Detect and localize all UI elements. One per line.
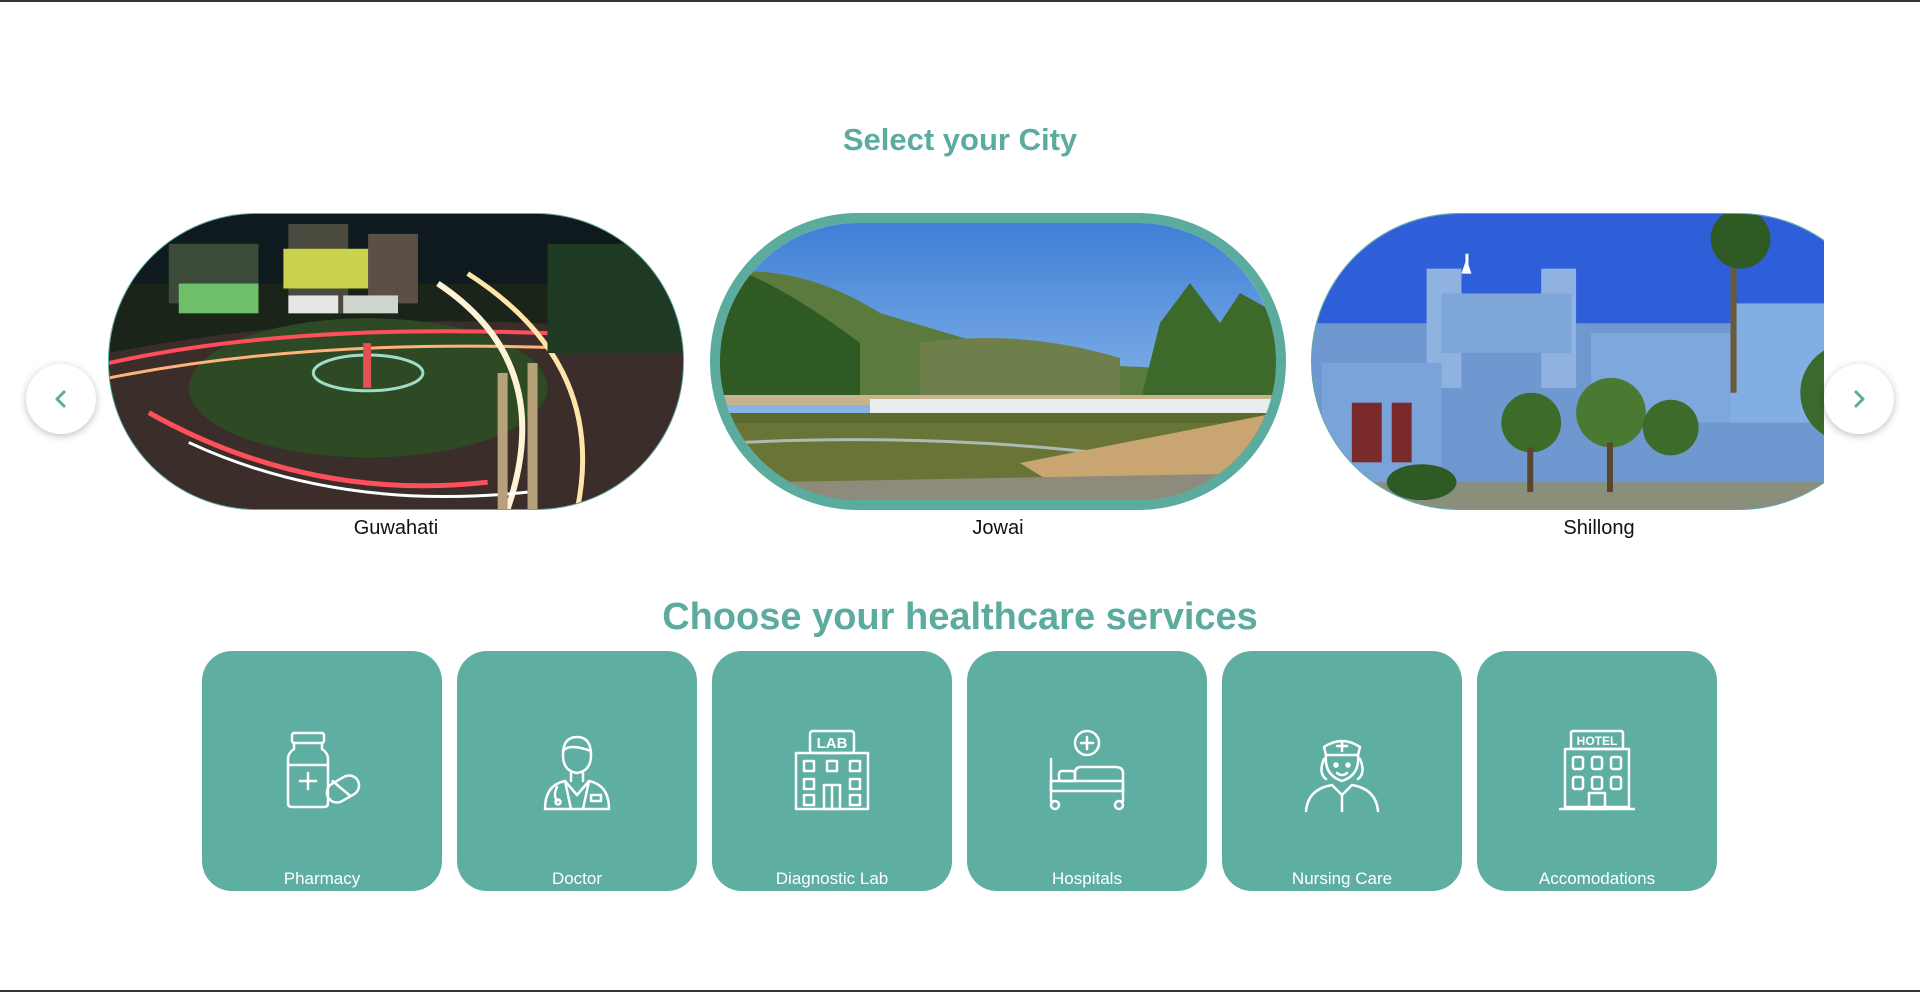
hotel-icon: HOTEL xyxy=(1559,729,1635,811)
service-label-pharmacy: Pharmacy xyxy=(283,869,361,888)
nurse-icon xyxy=(1304,739,1380,813)
service-card-pharmacy[interactable]: Pharmacy xyxy=(202,651,442,891)
city-carousel: Guwahati Jowai Shillong xyxy=(108,213,1824,543)
city-label-guwahati: Guwahati xyxy=(353,517,439,539)
service-card-accomodations[interactable]: HOTEL Accomodations xyxy=(1477,651,1717,891)
hospital-bed-icon xyxy=(1049,729,1125,811)
service-label-doctor: Doctor xyxy=(551,869,603,888)
city-card-shillong[interactable]: Shillong xyxy=(1311,213,1824,543)
lab-icon-text: LAB xyxy=(817,735,848,752)
city-label-jowai: Jowai xyxy=(972,517,1024,539)
services-grid: Pharmacy Doctor LAB Diagnostic Lab Hospi… xyxy=(202,651,1718,891)
service-card-nursing-care[interactable]: Nursing Care xyxy=(1222,651,1462,891)
city-card-jowai[interactable]: Jowai xyxy=(710,213,1286,543)
chevron-left-icon xyxy=(55,390,66,408)
service-label-diagnostic-lab: Diagnostic Lab xyxy=(775,869,889,888)
carousel-prev-button[interactable] xyxy=(26,364,96,434)
service-card-hospitals[interactable]: Hospitals xyxy=(967,651,1207,891)
services-section-title: Choose your healthcare services xyxy=(662,596,1258,638)
service-label-accomodations: Accomodations xyxy=(1538,869,1656,888)
hotel-icon-text: HOTEL xyxy=(1577,734,1618,748)
city-card-guwahati[interactable]: Guwahati xyxy=(108,213,684,543)
service-card-doctor[interactable]: Doctor xyxy=(457,651,697,891)
page: Select your City Guwahati Jowai Shillong… xyxy=(0,0,1920,992)
city-section-title: Select your City xyxy=(842,122,1078,157)
city-image-jowai[interactable] xyxy=(710,213,1286,510)
pharmacy-icon xyxy=(286,731,361,809)
lab-icon: LAB xyxy=(794,729,870,811)
city-image-shillong[interactable] xyxy=(1311,213,1824,510)
doctor-icon xyxy=(543,735,611,811)
carousel-next-button[interactable] xyxy=(1824,364,1894,434)
service-label-nursing-care: Nursing Care xyxy=(1291,869,1393,888)
service-card-diagnostic-lab[interactable]: LAB Diagnostic Lab xyxy=(712,651,952,891)
city-label-shillong: Shillong xyxy=(1563,517,1635,539)
chevron-right-icon xyxy=(1854,390,1865,408)
city-image-guwahati[interactable] xyxy=(108,213,684,510)
service-label-hospitals: Hospitals xyxy=(1052,869,1122,888)
